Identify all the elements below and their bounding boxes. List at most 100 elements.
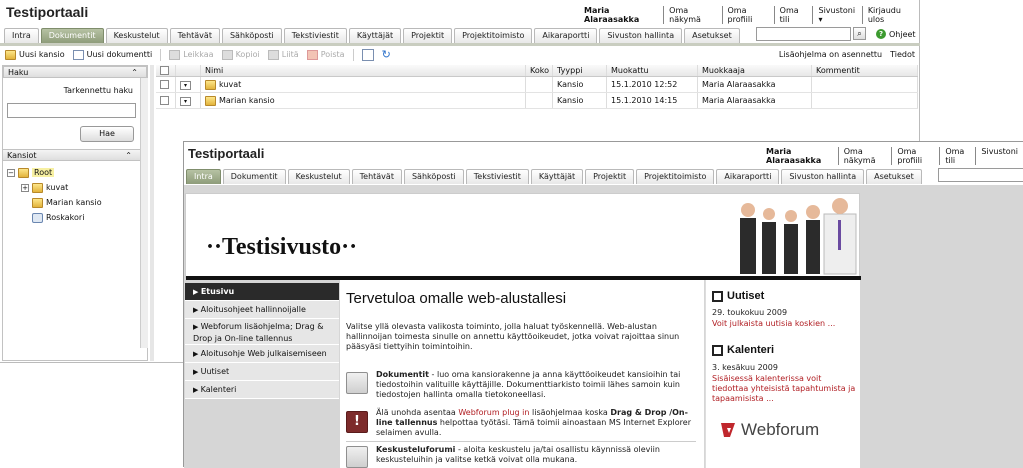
- tab-tasks[interactable]: Tehtävät: [169, 28, 220, 43]
- tree-item-marian-kansio[interactable]: Marian kansio: [7, 195, 102, 210]
- nav-web-publishing[interactable]: ▶ Aloitusohje Web julkaisemiseen: [185, 345, 339, 363]
- col-editor[interactable]: Muokkaaja: [698, 65, 812, 76]
- tab-projects[interactable]: Projektit: [585, 169, 635, 184]
- main-content: Tervetuloa omalle web-alustallesi Valits…: [340, 280, 704, 468]
- tab-users[interactable]: Käyttäjät: [530, 169, 584, 184]
- tab-email[interactable]: Sähköposti: [221, 28, 282, 43]
- col-modified[interactable]: Muokattu: [607, 65, 698, 76]
- tab-site-admin[interactable]: Sivuston hallinta: [781, 169, 865, 184]
- folders-panel-header[interactable]: Kansiot ⌃: [2, 149, 141, 161]
- collapse-icon[interactable]: ⌃: [125, 150, 132, 160]
- tree-item-kuvat[interactable]: + kuvat: [7, 180, 102, 195]
- news-title[interactable]: Uutiset: [727, 290, 764, 302]
- info-link[interactable]: Tiedot: [890, 50, 915, 59]
- global-search-input[interactable]: [938, 168, 1023, 182]
- global-search-input[interactable]: [756, 27, 851, 41]
- help-button[interactable]: ? Ohjeet: [876, 29, 916, 39]
- row-menu-icon[interactable]: ▾: [180, 97, 191, 106]
- nav-calendar[interactable]: ▶ Kalenteri: [185, 381, 339, 399]
- advanced-search-link[interactable]: Tarkennettu haku: [64, 86, 133, 95]
- tab-documents[interactable]: Dokumentit: [222, 169, 286, 184]
- link-my-sites[interactable]: Sivustoni: [975, 147, 1023, 165]
- nav-web-publishing-label: Aloitusohje Web julkaisemiseen: [200, 349, 327, 358]
- tab-intra[interactable]: Intra: [4, 28, 39, 43]
- link-my-sites[interactable]: Sivustoni ▾: [812, 6, 861, 24]
- row-editor: Maria Alaraasakka: [698, 93, 812, 108]
- calendar-date: 3. kesäkuu 2009: [712, 363, 778, 372]
- link-my-account[interactable]: Oma tili: [773, 6, 813, 24]
- nav-home[interactable]: ▶ Etusivu: [185, 283, 339, 301]
- search-panel-header[interactable]: Haku ⌃: [3, 66, 147, 78]
- paste-button[interactable]: Liitä: [267, 49, 299, 60]
- tab-intra[interactable]: Intra: [186, 169, 221, 184]
- col-type[interactable]: Tyyppi: [553, 65, 607, 76]
- calendar-title[interactable]: Kalenteri: [727, 344, 774, 356]
- table-row[interactable]: ▾ Marian kansio Kansio 15.1.2010 14:15 M…: [156, 93, 918, 109]
- nav-calendar-label: Kalenteri: [200, 385, 237, 394]
- row-checkbox[interactable]: [160, 80, 169, 89]
- new-folder-button[interactable]: Uusi kansio: [5, 49, 65, 60]
- nav-news[interactable]: ▶ Uutiset: [185, 363, 339, 381]
- col-comments[interactable]: Kommentit: [812, 65, 918, 76]
- folder-search-input[interactable]: [7, 103, 136, 118]
- link-my-view[interactable]: Oma näkymä: [663, 6, 721, 24]
- forum-section: Keskusteluforumi - aloita keskustelu ja/…: [376, 445, 698, 465]
- tab-email[interactable]: Sähköposti: [403, 169, 464, 184]
- collapse-node-icon[interactable]: −: [7, 168, 15, 177]
- row-name[interactable]: kuvat: [201, 77, 526, 92]
- news-link[interactable]: Voit julkaista uutisia koskien ...: [712, 319, 857, 329]
- calendar-link[interactable]: Sisäisessä kalenterissa voit tiedottaa y…: [712, 374, 857, 404]
- cut-button[interactable]: Leikkaa: [169, 49, 214, 60]
- tab-project-office[interactable]: Projektitoimisto: [454, 28, 533, 43]
- row-size: [526, 93, 553, 108]
- copy-button[interactable]: Kopioi: [221, 49, 260, 60]
- tab-projects[interactable]: Projektit: [403, 28, 453, 43]
- table-row[interactable]: ▾ kuvat Kansio 15.1.2010 12:52 Maria Ala…: [156, 77, 918, 93]
- documents-heading[interactable]: Dokumentit: [376, 370, 429, 379]
- row-checkbox[interactable]: [160, 96, 169, 105]
- refresh-icon[interactable]: ↻: [382, 48, 391, 61]
- delete-button[interactable]: Poista: [306, 49, 345, 60]
- select-all-checkbox[interactable]: [160, 66, 169, 75]
- tab-settings[interactable]: Asetukset: [866, 169, 922, 184]
- expand-node-icon[interactable]: +: [21, 183, 29, 192]
- row-name-text: kuvat: [219, 79, 242, 89]
- row-name[interactable]: Marian kansio: [201, 93, 526, 108]
- col-size[interactable]: Koko: [526, 65, 553, 76]
- tab-users[interactable]: Käyttäjät: [348, 28, 402, 43]
- link-my-profile[interactable]: Oma profiili: [891, 147, 939, 165]
- link-logout[interactable]: Kirjaudu ulos: [861, 6, 919, 24]
- nav-admin-guide[interactable]: ▶ Aloitusohjeet hallinnoijalle: [185, 301, 339, 319]
- tab-discussions[interactable]: Keskustelut: [287, 169, 350, 184]
- nav-webforum-plugin[interactable]: ▶ Webforum lisäohjelma; Drag & Drop ja O…: [185, 319, 339, 345]
- tab-time-report[interactable]: Aikaraportti: [534, 28, 598, 43]
- new-document-button[interactable]: Uusi dokumentti: [72, 49, 152, 60]
- user-name[interactable]: Maria Alaraasakka: [584, 6, 663, 24]
- forum-heading[interactable]: Keskusteluforumi: [376, 445, 455, 454]
- left-panel-scrollbar[interactable]: [140, 78, 148, 348]
- link-my-profile[interactable]: Oma profiili: [721, 6, 774, 24]
- properties-icon[interactable]: [361, 48, 374, 61]
- tab-site-admin[interactable]: Sivuston hallinta: [599, 28, 683, 43]
- row-menu-icon[interactable]: ▾: [180, 81, 191, 90]
- tab-settings[interactable]: Asetukset: [684, 28, 740, 43]
- splitter-handle[interactable]: [150, 65, 154, 361]
- tab-tasks[interactable]: Tehtävät: [351, 169, 402, 184]
- tab-sms[interactable]: Tekstiviestit: [283, 28, 347, 43]
- tab-documents[interactable]: Dokumentit: [40, 28, 104, 43]
- search-button[interactable]: Hae: [80, 126, 134, 142]
- plugin-download-link[interactable]: Webforum plug in: [458, 408, 529, 417]
- collapse-icon[interactable]: ⌃: [131, 67, 138, 77]
- col-name[interactable]: Nimi: [201, 65, 526, 76]
- link-my-account[interactable]: Oma tili: [939, 147, 975, 165]
- tab-project-office[interactable]: Projektitoimisto: [636, 169, 715, 184]
- tab-time-report[interactable]: Aikaraportti: [716, 169, 780, 184]
- search-icon[interactable]: ⌕: [853, 27, 866, 40]
- user-name[interactable]: Maria Alaraasakka: [766, 147, 838, 165]
- tab-discussions[interactable]: Keskustelut: [105, 28, 168, 43]
- tree-root[interactable]: − Root: [7, 165, 102, 180]
- link-my-view[interactable]: Oma näkymä: [837, 147, 892, 165]
- document-toolbar: Uusi kansio Uusi dokumentti Leikkaa Kopi…: [5, 48, 915, 61]
- tree-item-roskakori[interactable]: Roskakori: [7, 210, 102, 225]
- tab-sms[interactable]: Tekstiviestit: [465, 169, 529, 184]
